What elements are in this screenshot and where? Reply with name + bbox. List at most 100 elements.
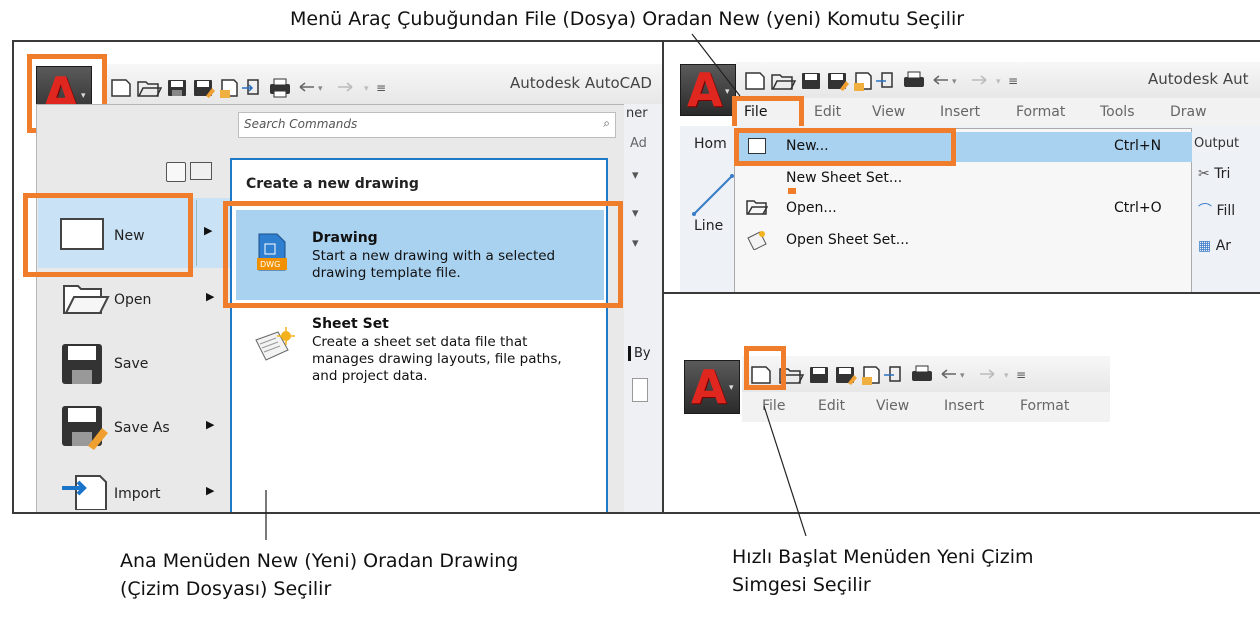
open-folder-icon xyxy=(771,74,797,90)
qat-icons: ▾ ▾ ≡ xyxy=(751,365,1026,385)
menubar-insert[interactable]: Insert xyxy=(944,398,984,414)
undo-dropdown-icon: ▾ xyxy=(960,371,965,381)
save-icon xyxy=(802,73,820,89)
customize-qat-icon: ≡ xyxy=(1008,74,1018,88)
menubar-format[interactable]: Format xyxy=(1016,104,1065,120)
sheet-set-desc-1: Create a sheet set data file that xyxy=(312,334,528,350)
qat-icons: ▾ ▾ ≡ xyxy=(745,71,1018,91)
sheet-set-desc-3: and project data. xyxy=(312,368,428,384)
customize-qat-icon: ≡ xyxy=(1016,368,1026,382)
open-item-icon xyxy=(62,280,110,320)
array-tool[interactable]: ▦ Ar xyxy=(1198,238,1231,254)
recent-documents-icon[interactable] xyxy=(166,162,186,182)
undo-icon xyxy=(299,82,314,92)
customize-qat-icon: ≡ xyxy=(376,81,386,95)
submenu-arrow-icon: ▶ xyxy=(206,418,215,431)
undo-icon xyxy=(933,75,948,85)
undo-dropdown-icon: ▾ xyxy=(318,84,323,94)
open-documents-icon[interactable] xyxy=(190,162,212,180)
app-title: Autodesk AutoCAD xyxy=(510,74,652,92)
save-as-icon xyxy=(828,73,849,91)
sheet-set-marker xyxy=(788,188,796,194)
plot-icon xyxy=(912,365,932,381)
file-menu-open[interactable]: Open... xyxy=(786,200,837,216)
caption-bottom-right-line2: Simgesi Seçilir xyxy=(732,573,871,596)
publish-icon xyxy=(862,366,880,385)
line-tool-label[interactable]: Line xyxy=(694,218,723,234)
new-file-icon xyxy=(745,72,765,90)
redo-dropdown-icon: ▾ xyxy=(1004,371,1009,381)
highlight-new-qat-icon xyxy=(744,346,786,390)
open-folder-icon xyxy=(746,198,769,220)
caption-bottom-right: Hızlı Başlat Menüden Yeni Çizim Simgesi … xyxy=(732,544,1034,599)
chevron-down-icon: ▾ xyxy=(729,383,734,393)
publish-icon xyxy=(220,79,238,98)
save-icon xyxy=(810,367,828,383)
array-icon: ▦ xyxy=(1198,238,1212,254)
fillet-tool[interactable]: ⌒ Fill xyxy=(1198,200,1235,220)
partial-text-by: By xyxy=(628,346,651,361)
qat-icons: ▾ ▾ ≡ xyxy=(111,78,386,98)
search-commands-input[interactable]: Search Commands ⌕ xyxy=(238,112,616,138)
share-icon xyxy=(884,366,901,382)
save-as-icon xyxy=(194,80,215,98)
partial-ribbon-column xyxy=(624,104,662,512)
array-label: Ar xyxy=(1215,238,1232,254)
line-tool-icon[interactable] xyxy=(688,162,738,222)
file-menu-open-sheet-set[interactable]: Open Sheet Set... xyxy=(786,232,909,248)
redo-icon xyxy=(338,82,353,92)
submenu-arrow-icon: ▶ xyxy=(204,224,213,237)
redo-dropdown-icon: ▾ xyxy=(996,77,1001,87)
submenu-arrow-icon: ▶ xyxy=(206,484,215,497)
ribbon-tab-output[interactable]: Output xyxy=(1194,136,1239,151)
menubar-tools[interactable]: Tools xyxy=(1100,104,1135,120)
application-menu-button[interactable]: A ▾ xyxy=(680,64,736,116)
partial-box xyxy=(632,378,648,402)
trim-tool[interactable]: ✂ Tri xyxy=(1198,166,1230,182)
highlight-new-command xyxy=(734,128,956,166)
application-menu-button[interactable]: A ▾ xyxy=(684,360,740,414)
new-file-icon xyxy=(111,79,131,97)
caption-bottom-right-line1: Hızlı Başlat Menüden Yeni Çizim xyxy=(732,546,1034,568)
menubar-view[interactable]: View xyxy=(872,104,905,120)
file-menu-new-sheet-set[interactable]: New Sheet Set... xyxy=(786,170,902,186)
caption-bottom-left-line1: Ana Menüden New (Yeni) Oradan Drawing xyxy=(120,550,519,572)
menu-item-divider xyxy=(196,200,197,266)
autocad-logo-icon: A xyxy=(687,63,723,117)
menu-item-import[interactable]: Import xyxy=(114,486,160,502)
menubar-draw[interactable]: Draw xyxy=(1170,104,1207,120)
plot-icon xyxy=(270,78,290,98)
open-folder-icon xyxy=(137,81,163,97)
redo-icon xyxy=(980,369,995,379)
left-panel: A ▾ ▾ ▾ ≡ Autodesk AutoCAD Search Comman… xyxy=(12,40,664,514)
share-icon xyxy=(876,72,893,88)
open-sheet-set-icon xyxy=(746,228,768,254)
caption-bottom-left-line2: (Çizim Dosyası) Seçilir xyxy=(120,577,332,600)
share-icon xyxy=(242,79,259,95)
partial-dropdown-icon: ▾ xyxy=(632,236,639,251)
menubar-edit[interactable]: Edit xyxy=(814,104,841,120)
search-placeholder: Search Commands xyxy=(244,117,358,131)
top-right-panel: A ▾ ▾ ▾ ≡ Autodesk Aut File Edit View In… xyxy=(662,40,1260,294)
menubar-edit[interactable]: Edit xyxy=(818,398,845,414)
menubar-file[interactable]: File xyxy=(762,398,785,414)
menubar-insert[interactable]: Insert xyxy=(940,104,980,120)
submenu-arrow-icon: ▶ xyxy=(206,290,215,303)
menu-item-save[interactable]: Save xyxy=(114,356,148,372)
plot-icon xyxy=(904,71,924,87)
menu-item-save-as[interactable]: Save As xyxy=(114,420,170,436)
bottom-right-panel: A ▾ ▾ ▾ ≡ File Edit View Insert Format xyxy=(662,292,1260,514)
highlight-new-item xyxy=(23,193,193,277)
caption-bottom-left: Ana Menüden New (Yeni) Oradan Drawing (Ç… xyxy=(120,548,518,603)
menubar-format[interactable]: Format xyxy=(1020,398,1069,414)
search-icon[interactable]: ⌕ xyxy=(603,116,610,131)
ribbon-tab-home[interactable]: Hom xyxy=(694,136,727,152)
caption-top: Menü Araç Çubuğundan File (Dosya) Oradan… xyxy=(290,8,965,30)
menubar-view[interactable]: View xyxy=(876,398,909,414)
sheet-set-title[interactable]: Sheet Set xyxy=(312,316,389,332)
file-menu-new-shortcut: Ctrl+N xyxy=(1114,138,1162,154)
fillet-icon: ⌒ xyxy=(1198,203,1212,219)
undo-dropdown-icon: ▾ xyxy=(952,77,957,87)
save-as-item-icon xyxy=(60,404,110,454)
menu-item-open[interactable]: Open xyxy=(114,292,151,308)
